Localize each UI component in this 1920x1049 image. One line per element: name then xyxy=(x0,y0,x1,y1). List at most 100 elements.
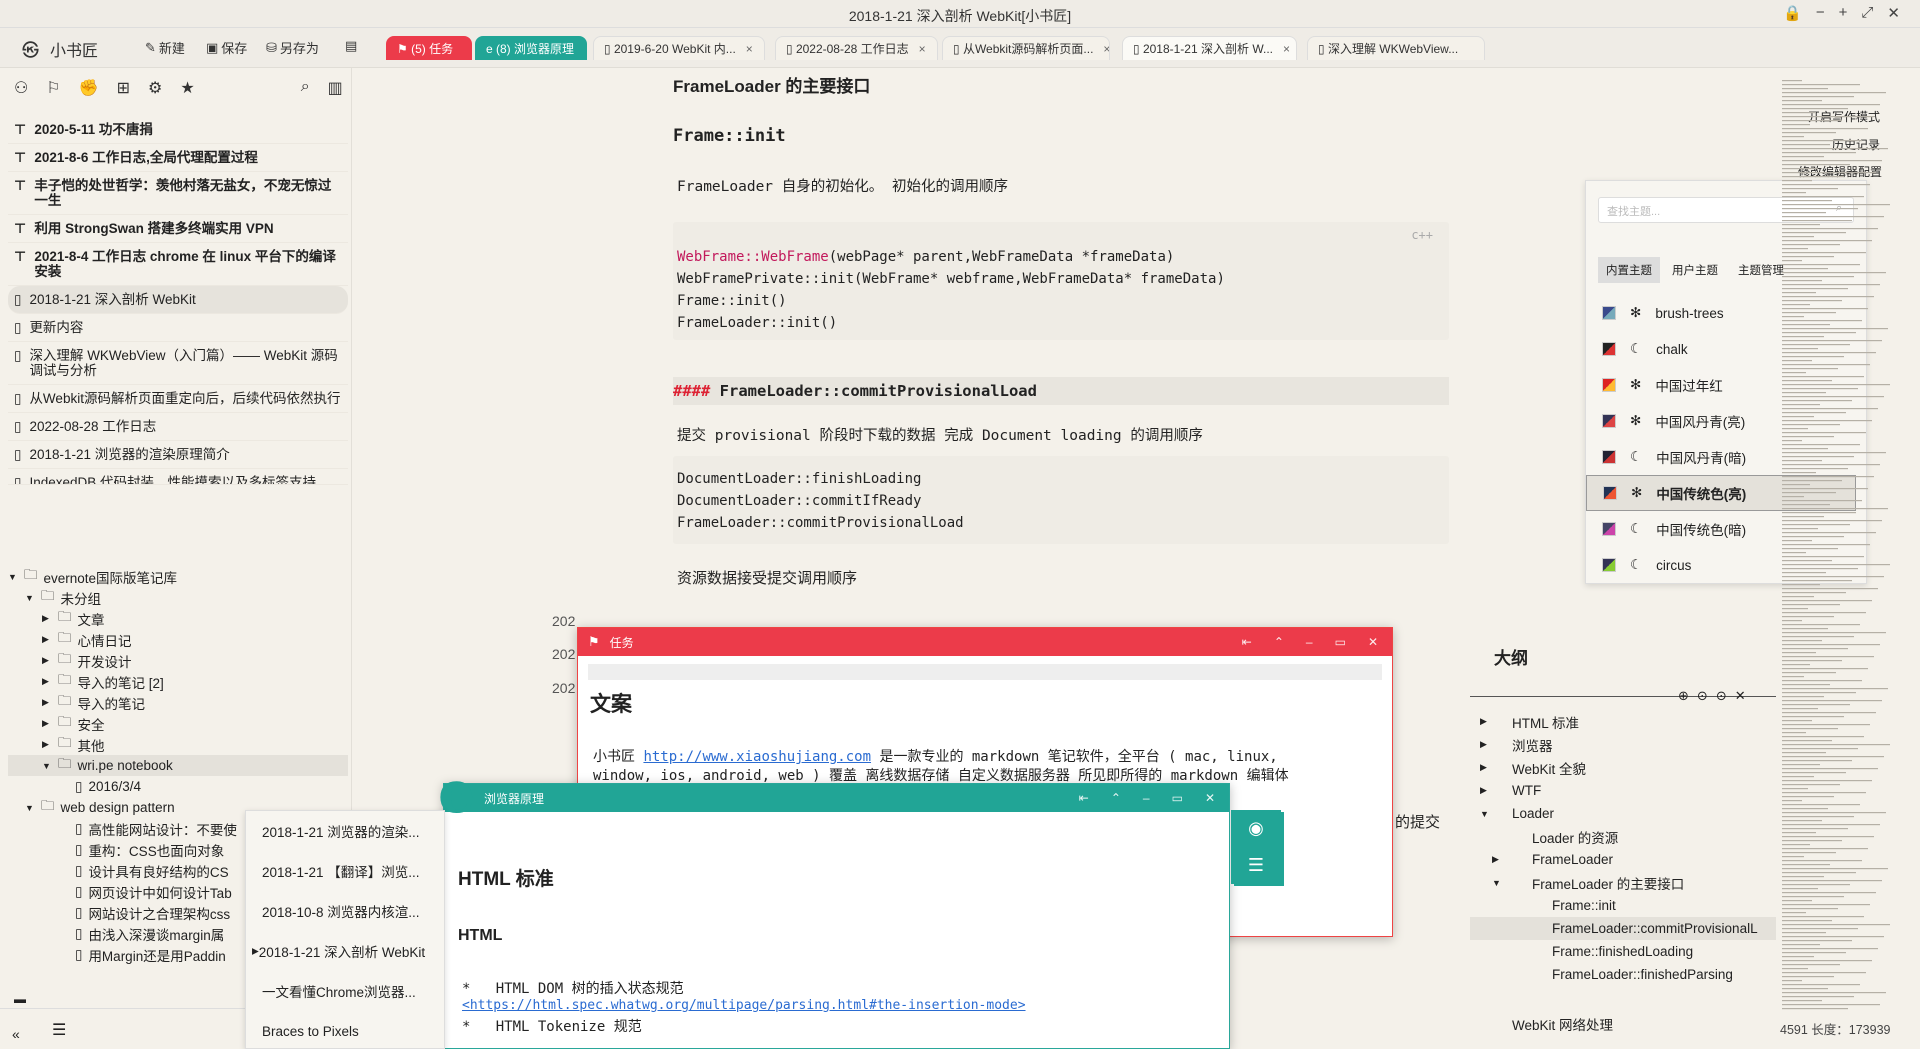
caret-down-icon[interactable]: ▼ xyxy=(42,761,52,771)
lock-icon[interactable]: 🔒 xyxy=(1783,4,1802,22)
minimize-icon[interactable]: – xyxy=(1143,791,1150,805)
note-list-item[interactable]: ⊤ 2021-8-6 工作日志,全局代理配置过程 xyxy=(8,144,348,172)
outline-item[interactable]: ▶ HTML 标准 xyxy=(1470,710,1776,733)
close-icon[interactable]: ✕ xyxy=(1205,791,1215,805)
outline-item[interactable]: ▼ Loader xyxy=(1470,802,1776,825)
tab-document[interactable]: ▯ 从Webkit源码解析页面... × xyxy=(942,36,1110,60)
popup-item[interactable]: Braces to Pixels xyxy=(246,1011,444,1049)
eye-icon[interactable]: ◉ xyxy=(1248,818,1264,839)
note-list-item[interactable]: ▯ 2018-1-21 深入剖析 WebKit xyxy=(8,286,348,314)
tab-document[interactable]: ▯ 2022-08-28 工作日志 × xyxy=(775,36,938,60)
settings-icon[interactable]: ▬ xyxy=(14,992,26,1006)
caret-down-icon[interactable]: ▼ xyxy=(25,803,35,813)
pin-icon[interactable]: ⇤ xyxy=(1079,791,1089,805)
close-icon[interactable]: ✕ xyxy=(1735,688,1746,704)
collapse-icon[interactable]: « xyxy=(12,1026,20,1042)
tab-document[interactable]: ▯ 2019-6-20 WebKit 内... × xyxy=(593,36,765,60)
tab-active-document[interactable]: ▯ 2018-1-21 深入剖析 W... × xyxy=(1122,36,1297,60)
outline-item[interactable]: FrameLoader::commitProvisionalL xyxy=(1470,917,1776,940)
tab-user-themes[interactable]: 用户主题 xyxy=(1664,257,1726,283)
close-button[interactable]: ✕ xyxy=(1887,4,1900,22)
outline-item[interactable]: FrameLoader::finishedParsing xyxy=(1470,963,1776,986)
close-tab-icon[interactable]: × xyxy=(1283,42,1290,56)
caret-right-icon[interactable]: ▶ xyxy=(42,634,52,645)
note-list-item[interactable]: ▯ 深入理解 WKWebView（入门篇）—— WebKit 源码调试与分析 xyxy=(8,342,348,385)
tab-browser-principles[interactable]: e (8) 浏览器原理 xyxy=(475,36,587,60)
outline-item[interactable]: ▶ WTF xyxy=(1470,779,1776,802)
tree-folder[interactable]: ▼ 🗀 evernote国际版笔记库 xyxy=(8,566,348,587)
tree-note[interactable]: ▯ 2016/3/4 xyxy=(8,776,348,797)
new-button[interactable]: ✎ 新建 xyxy=(145,38,185,57)
tab-tasks[interactable]: ⚑ (5) 任务 xyxy=(386,36,472,60)
tree-folder[interactable]: ▶ 🗀 安全 xyxy=(8,713,348,734)
caret-down-icon[interactable]: ▼ xyxy=(8,572,18,582)
tree-folder[interactable]: ▼ 🗀 未分组 xyxy=(8,587,348,608)
task-window-titlebar[interactable]: ⚑ 任务 ⇤ ⌃ – ▭ ✕ xyxy=(578,628,1392,656)
menu-icon[interactable]: ☰ xyxy=(1248,855,1264,876)
browser-window-titlebar[interactable]: 浏览器原理 ⇤ ⌃ – ▭ ✕ xyxy=(444,784,1229,812)
up-icon[interactable]: ⊙ xyxy=(1697,688,1708,704)
tree-folder[interactable]: ▶ 🗀 开发设计 xyxy=(8,650,348,671)
app-logo[interactable]: ㉿ 小书匠 xyxy=(22,36,98,61)
tree-folder[interactable]: ▼ 🗀 wri.pe notebook xyxy=(8,755,348,776)
tree-folder[interactable]: ▶ 🗀 导入的笔记 xyxy=(8,692,348,713)
thumbs-up-icon[interactable]: ✊ xyxy=(79,78,99,98)
collapse-icon[interactable]: ⌃ xyxy=(1111,791,1121,805)
trash-icon[interactable]: ▥ xyxy=(328,78,343,98)
tab-builtin-themes[interactable]: 内置主题 xyxy=(1598,257,1660,283)
close-tab-icon[interactable]: × xyxy=(1103,42,1109,56)
close-tab-icon[interactable]: × xyxy=(919,42,926,56)
caret-right-icon[interactable]: ▶ xyxy=(1480,785,1496,796)
minimap[interactable] xyxy=(1778,80,1920,1040)
code-block-commit[interactable]: DocumentLoader::finishLoading DocumentLo… xyxy=(673,456,1449,544)
outline-item[interactable]: Frame::init xyxy=(1470,894,1776,917)
bike-icon[interactable]: ⚙ xyxy=(148,78,162,98)
caret-right-icon[interactable]: ▶ xyxy=(1492,854,1508,865)
minimize-button[interactable]: − xyxy=(1816,4,1825,22)
popup-item[interactable]: 一文看懂Chrome浏览器... xyxy=(246,971,444,1011)
tree-folder[interactable]: ▶ 🗀 其他 xyxy=(8,734,348,755)
note-list-item[interactable]: ▯ 2018-1-21 浏览器的渲染原理简介 xyxy=(8,441,348,469)
note-list-item[interactable]: ⊤ 丰子恺的处世哲学：羡他村落无盐女，不宠无惊过一生 xyxy=(8,172,348,215)
outline-item[interactable]: ▶ 浏览器 xyxy=(1470,733,1776,756)
caret-right-icon[interactable]: ▶ xyxy=(42,739,52,750)
hierarchy-icon[interactable]: ⊞ xyxy=(117,78,130,98)
outline-item[interactable]: ▼ FrameLoader 的主要接口 xyxy=(1470,871,1776,894)
outline-item[interactable]: ▶ WebKit 全貌 xyxy=(1470,756,1776,779)
close-icon[interactable]: ✕ xyxy=(1368,635,1378,649)
search-icon[interactable]: ⌕ xyxy=(301,78,310,98)
tree-folder[interactable]: ▶ 🗀 导入的笔记 [2] xyxy=(8,671,348,692)
minimize-icon[interactable]: – xyxy=(1306,635,1313,649)
caret-down-icon[interactable]: ▼ xyxy=(1480,809,1496,819)
note-list-item[interactable]: ▯ 从Webkit源码解析页面重定向后，后续代码依然执行 xyxy=(8,385,348,413)
save-button[interactable]: ▣ 保存 xyxy=(206,38,247,57)
tree-folder[interactable]: ▶ 🗀 心情日记 xyxy=(8,629,348,650)
note-list-item[interactable]: ⊤ 2020-5-11 功不唐捐 xyxy=(8,116,348,144)
close-tab-icon[interactable]: × xyxy=(746,42,753,56)
maximize-icon[interactable]: ▭ xyxy=(1335,635,1346,649)
note-list-item[interactable]: ⊤ 2021-8-4 工作日志 chrome 在 linux 平台下的编译安装 xyxy=(8,243,348,286)
outline-item[interactable]: WebKit 网络处理 xyxy=(1470,1012,1776,1035)
popup-item[interactable]: 2018-10-8 浏览器内核渲... xyxy=(246,891,444,931)
down-icon[interactable]: ⊙ xyxy=(1716,688,1727,704)
caret-right-icon[interactable]: ▶ xyxy=(42,613,52,624)
xiaoshujiang-link[interactable]: http://www.xiaoshujiang.com xyxy=(643,749,871,765)
caret-right-icon[interactable]: ▶ xyxy=(42,655,52,666)
popup-item[interactable]: 2018-1-21 浏览器的渲染... xyxy=(246,811,444,851)
note-list-item[interactable]: ▯ IndexedDB 代码封装，性能摸索以及多标签支持 xyxy=(8,469,348,485)
save-as-button[interactable]: ⛁ 另存为 xyxy=(266,38,319,57)
note-list-item[interactable]: ⊤ 利用 StrongSwan 搭建多终端实用 VPN xyxy=(8,215,348,243)
caret-down-icon[interactable]: ▼ xyxy=(1492,878,1508,888)
outline-toggle-icon[interactable]: ☰ xyxy=(52,1020,66,1040)
tag-icon[interactable]: ⚐ xyxy=(46,78,60,98)
caret-right-icon[interactable]: ▶ xyxy=(1480,739,1496,750)
code-block-init[interactable]: WebFrame::WebFrame(webPage* parent,WebFr… xyxy=(673,222,1449,340)
tree-folder[interactable]: ▶ 🗀 文章 xyxy=(8,608,348,629)
add-icon[interactable]: ⊕ xyxy=(1678,688,1689,704)
star-icon[interactable]: ★ xyxy=(180,78,194,98)
note-list-item[interactable]: ▯ 2022-08-28 工作日志 xyxy=(8,413,348,441)
users-icon[interactable]: ⚇ xyxy=(14,78,28,98)
caret-right-icon[interactable]: ▶ xyxy=(42,718,52,729)
popup-item[interactable]: 2018-1-21 【翻译】浏览... xyxy=(246,851,444,891)
outline-item[interactable]: Frame::finishedLoading xyxy=(1470,940,1776,963)
